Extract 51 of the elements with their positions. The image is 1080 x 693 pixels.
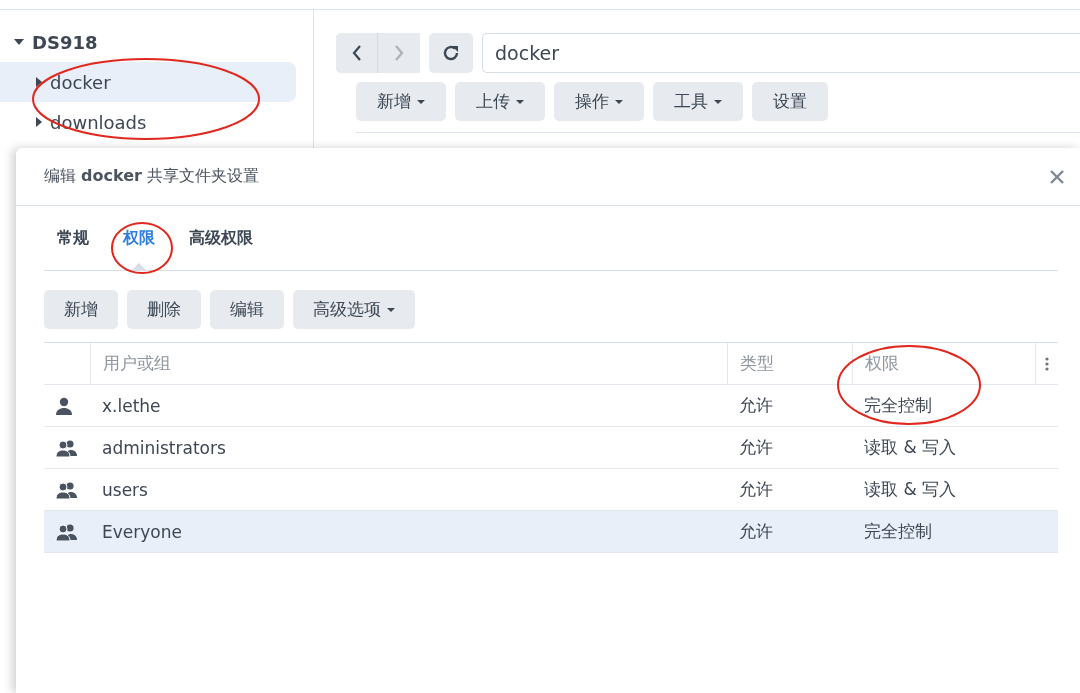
collapsed-triangle-icon — [36, 77, 42, 87]
chevron-right-icon — [394, 45, 404, 61]
toolbar-button[interactable]: 上传 — [455, 82, 545, 121]
caret-icon — [387, 307, 395, 312]
chevron-left-icon — [351, 45, 362, 61]
tab[interactable]: 高级权限 — [172, 206, 270, 270]
table-row[interactable]: administrators 允许 读取 & 写入 — [44, 427, 1058, 469]
table-row[interactable]: x.lethe 允许 完全控制 — [44, 385, 1058, 427]
table-cell-text: 允许 — [738, 478, 774, 501]
back-button[interactable] — [336, 33, 378, 73]
dialog-button[interactable]: 编辑 — [210, 290, 284, 329]
tree-item[interactable]: DS918 — [0, 30, 296, 54]
table-row[interactable]: Everyone 允许 完全控制 — [44, 511, 1058, 553]
refresh-button[interactable] — [429, 33, 473, 73]
dialog-button[interactable]: 高级选项 — [293, 290, 415, 329]
annotation-ellipse — [111, 222, 173, 274]
caret-icon — [714, 99, 722, 104]
group-icon — [55, 480, 79, 499]
toolbar-button[interactable]: 操作 — [554, 82, 644, 121]
table-cell-text: 完全控制 — [863, 520, 933, 543]
caret-icon — [516, 99, 524, 104]
collapsed-triangle-icon — [36, 117, 42, 127]
tree-item[interactable]: downloads — [0, 102, 296, 142]
table-cell-text: 允许 — [738, 520, 774, 543]
address-field[interactable]: docker — [482, 33, 1080, 73]
toolbar-button[interactable]: 新增 — [356, 82, 446, 121]
expanded-triangle-icon — [14, 39, 24, 45]
table-cell-text: users — [101, 478, 149, 502]
tree-item[interactable]: docker — [0, 62, 296, 102]
table-cell-text: Everyone — [101, 520, 183, 544]
table-cell-text: x.lethe — [101, 394, 162, 418]
tab[interactable]: 权限 — [106, 206, 172, 270]
caret-icon — [615, 99, 623, 104]
dialog-title: 编辑 docker 共享文件夹设置 — [44, 166, 260, 187]
table-cell-text: 允许 — [738, 394, 774, 417]
close-icon[interactable] — [1050, 169, 1064, 184]
caret-icon — [417, 99, 425, 104]
more-icon — [1045, 356, 1049, 371]
table-cell-text: administrators — [101, 436, 227, 460]
toolbar-button[interactable]: 工具 — [653, 82, 743, 121]
table-cell-text: 允许 — [738, 436, 774, 459]
group-icon — [55, 522, 79, 541]
refresh-icon — [442, 44, 460, 62]
dialog-button[interactable]: 删除 — [127, 290, 201, 329]
table-cell-text: 读取 & 写入 — [863, 436, 958, 459]
tab[interactable]: 常规 — [44, 206, 106, 270]
dialog-button[interactable]: 新增 — [44, 290, 118, 329]
table-cell-text: 完全控制 — [863, 394, 933, 417]
table-cell-text: 读取 & 写入 — [863, 478, 958, 501]
toolbar-button[interactable]: 设置 — [752, 82, 828, 121]
group-icon — [55, 438, 79, 457]
